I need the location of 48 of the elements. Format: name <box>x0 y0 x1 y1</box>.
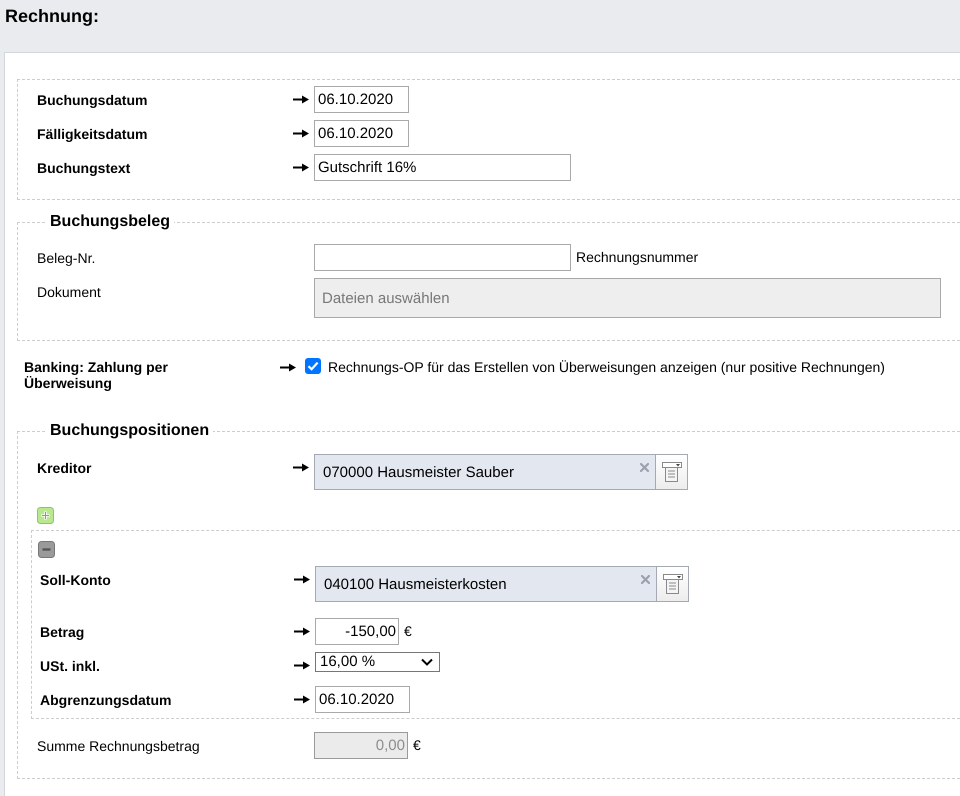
close-icon[interactable] <box>640 463 649 472</box>
checkbox[interactable] <box>305 358 321 374</box>
field-label: Soll-Konto <box>40 572 111 588</box>
date-field[interactable]: 06.10.2020 <box>315 686 410 713</box>
currency-label: € <box>413 736 421 755</box>
field-label: Buchungsdatum <box>37 92 148 108</box>
arrow-icon <box>280 362 296 372</box>
arrow-icon <box>293 163 309 172</box>
field-label: Abgrenzungsdatum <box>40 692 172 708</box>
field-label: Kreditor <box>37 460 92 476</box>
lookup-field[interactable]: 070000 Hausmeister Sauber <box>314 454 656 490</box>
currency-label: € <box>404 622 412 641</box>
list-icon <box>660 461 682 483</box>
text-field[interactable] <box>314 244 571 271</box>
field-label: USt. inkl. <box>40 658 100 674</box>
section-legend: Buchungsbeleg <box>46 213 174 231</box>
arrow-icon <box>293 463 309 472</box>
arrow-icon <box>293 129 309 138</box>
field-label: Banking: Zahlung per Überweisung <box>24 359 169 391</box>
arrow-icon <box>293 95 309 104</box>
amount-field[interactable]: -150,00 <box>315 618 399 645</box>
arrow-icon <box>294 575 310 584</box>
minus-icon[interactable] <box>38 541 55 558</box>
field-label: Beleg-Nr. <box>37 250 96 266</box>
field-note: Rechnungsnummer <box>576 248 698 267</box>
field-label: Fälligkeitsdatum <box>37 126 148 142</box>
file-field[interactable]: Dateien auswählen <box>314 278 941 318</box>
arrow-icon <box>294 695 310 704</box>
field-label: Buchungstext <box>37 160 130 176</box>
plus-icon[interactable] <box>37 507 54 524</box>
field-label: Dokument <box>37 284 101 300</box>
picker-button[interactable] <box>657 566 689 602</box>
date-field[interactable]: 06.10.2020 <box>314 120 409 147</box>
checkbox-label: Rechnungs-OP für das Erstellen von Überweisungen anzeigen (nur positive Rechnungen) <box>328 359 885 375</box>
section-legend: Buchungspositionen <box>46 422 214 440</box>
field-label: Betrag <box>40 624 84 640</box>
text-field[interactable]: Gutschrift 16% <box>314 154 571 181</box>
picker-button[interactable] <box>656 454 688 490</box>
list-icon <box>662 573 684 595</box>
select-field[interactable]: 16,00 % <box>315 652 440 672</box>
page-title: Rechnung: <box>5 6 99 26</box>
date-field[interactable]: 06.10.2020 <box>314 86 409 113</box>
field-label: Summe Rechnungsbetrag <box>37 738 200 754</box>
lookup-field[interactable]: 040100 Hausmeisterkosten <box>315 566 657 602</box>
arrow-icon <box>294 661 310 670</box>
arrow-icon <box>294 627 310 636</box>
close-icon[interactable] <box>641 575 650 584</box>
chevron-down-icon <box>421 658 433 666</box>
